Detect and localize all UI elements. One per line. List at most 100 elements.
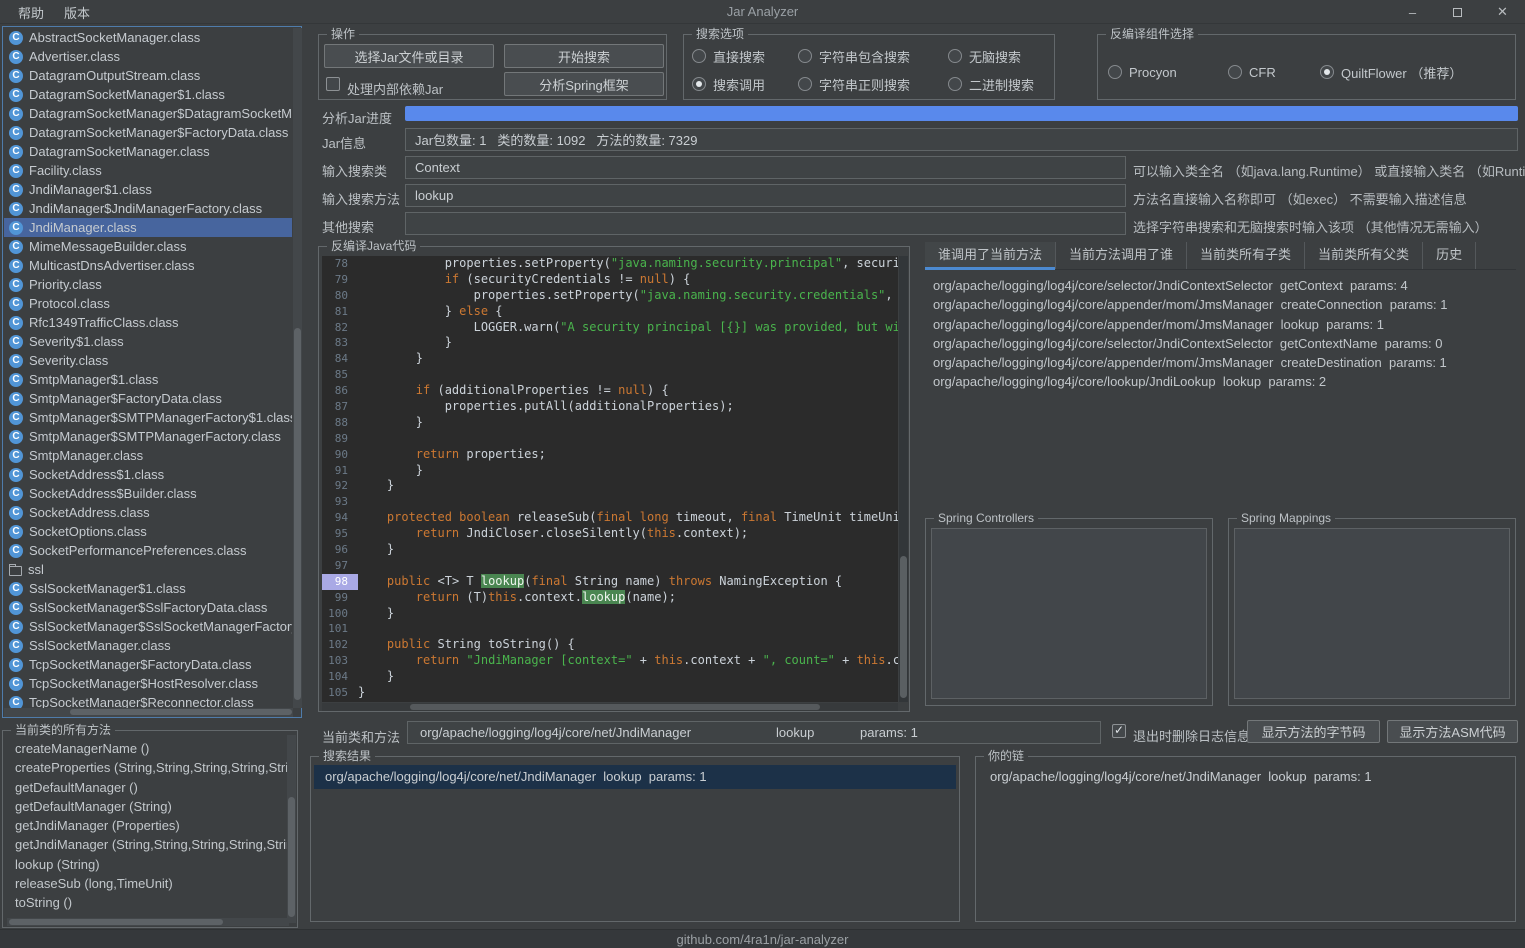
file-list-vscroll-handle[interactable]	[294, 328, 301, 700]
search-method-input[interactable]: lookup	[405, 184, 1126, 207]
method-caller-item[interactable]: org/apache/logging/log4j/core/appender/m…	[925, 295, 1516, 314]
delete-log-checkbox[interactable]	[1112, 723, 1126, 738]
close-button[interactable]: ✕	[1480, 0, 1525, 24]
method-caller-item[interactable]: org/apache/logging/log4j/core/selector/J…	[925, 276, 1516, 295]
file-list-item[interactable]: C SmtpManager$FactoryData.class	[4, 389, 292, 408]
file-list-item[interactable]: C SocketAddress$1.class	[4, 465, 292, 484]
analyze-spring-button[interactable]: 分析Spring框架	[504, 72, 664, 96]
file-list-item[interactable]: C Advertiser.class	[4, 47, 292, 66]
class-method-item[interactable]: getJndiManager (Properties)	[7, 816, 287, 835]
file-list-item[interactable]: C Severity$1.class	[4, 332, 292, 351]
method-caller-item[interactable]: org/apache/logging/log4j/core/lookup/Jnd…	[925, 372, 1516, 391]
search-class-input[interactable]: Context	[405, 156, 1126, 179]
methods-hscroll-handle[interactable]	[9, 919, 223, 925]
maximize-button[interactable]	[1435, 0, 1480, 24]
menu-item-版本[interactable]: 版本	[54, 0, 100, 25]
file-list-item[interactable]: C SocketAddress$Builder.class	[4, 484, 292, 503]
other-search-input[interactable]	[405, 212, 1126, 235]
radio-option-无脑搜索[interactable]: 无脑搜索	[948, 43, 1050, 69]
radio-option-QuiltFlower （推荐）[interactable]: QuiltFlower （推荐）	[1320, 59, 1511, 85]
minimize-button[interactable]: –	[1390, 0, 1435, 24]
show-bytecode-button[interactable]: 显示方法的字节码	[1247, 720, 1380, 743]
code-vscroll-handle[interactable]	[900, 556, 907, 698]
file-list-item[interactable]: C MulticastDnsAdvertiser.class	[4, 256, 292, 275]
method-caller-item[interactable]: org/apache/logging/log4j/core/selector/J…	[925, 334, 1516, 353]
tab-当前方法调用了谁[interactable]: 当前方法调用了谁	[1056, 242, 1188, 269]
search-result-item[interactable]: org/apache/logging/log4j/core/net/JndiMa…	[314, 765, 956, 789]
radio-option-字符串包含搜索[interactable]: 字符串包含搜索	[798, 43, 948, 69]
methods-vscroll-handle[interactable]	[288, 797, 295, 917]
method-caller-item[interactable]: org/apache/logging/log4j/core/appender/m…	[925, 353, 1516, 372]
file-list-item[interactable]: C DatagramSocketManager$FactoryData.class	[4, 123, 292, 142]
file-list-item[interactable]: C TcpSocketManager$Reconnector.class	[4, 693, 292, 708]
code-token: }	[358, 685, 366, 700]
tab-历史[interactable]: 历史	[1423, 242, 1477, 269]
file-list-item[interactable]: C AbstractSocketManager.class	[4, 28, 292, 47]
show-asm-button[interactable]: 显示方法ASM代码	[1387, 720, 1518, 743]
file-list-item[interactable]: ssl	[4, 560, 292, 579]
file-list-item[interactable]: C SocketPerformancePreferences.class	[4, 541, 292, 560]
radio-option-字符串正则搜索[interactable]: 字符串正则搜索	[798, 71, 948, 97]
code-token: return	[415, 446, 460, 461]
class-method-item[interactable]: lookup (String)	[7, 855, 287, 874]
class-method-item[interactable]: getDefaultManager (String)	[7, 797, 287, 816]
file-list-item[interactable]: C Severity.class	[4, 351, 292, 370]
file-list-item[interactable]: C DatagramSocketManager.class	[4, 142, 292, 161]
spring-controllers-list[interactable]	[931, 528, 1207, 699]
class-file-list[interactable]: C AbstractSocketManager.class C Advertiser.…	[2, 26, 302, 718]
file-list-item[interactable]: C MimeMessageBuilder.class	[4, 237, 292, 256]
file-list-item[interactable]: C Facility.class	[4, 161, 292, 180]
file-list-item[interactable]: C SmtpManager.class	[4, 446, 292, 465]
radio-option-二进制搜索[interactable]: 二进制搜索	[948, 71, 1050, 97]
radio-icon	[1108, 65, 1122, 79]
class-method-item[interactable]: getDefaultManager ()	[7, 778, 287, 797]
inner-jar-checkbox[interactable]	[326, 77, 340, 91]
file-list-item[interactable]: C SslSocketManager$SslFactoryData.class	[4, 598, 292, 617]
code-line: 98 public <T> T lookup(final String name…	[322, 573, 898, 590]
file-list-item[interactable]: C DatagramSocketManager$DatagramSocketMan…	[4, 104, 292, 123]
file-list-item[interactable]: C SmtpManager$1.class	[4, 370, 292, 389]
radio-option-直接搜索[interactable]: 直接搜索	[692, 43, 798, 69]
file-list-item[interactable]: C DatagramOutputStream.class	[4, 66, 292, 85]
file-list-item[interactable]: C SocketAddress.class	[4, 503, 292, 522]
class-icon: C	[9, 467, 23, 482]
class-method-item[interactable]: createManagerName ()	[7, 739, 287, 758]
menu-item-帮助[interactable]: 帮助	[8, 0, 54, 25]
spring-mappings-list[interactable]	[1234, 528, 1510, 699]
file-list-item[interactable]: C JndiManager$JndiManagerFactory.class	[4, 199, 292, 218]
radio-option-CFR[interactable]: CFR	[1228, 59, 1320, 85]
code-editor[interactable]: 78 properties.setProperty("java.naming.s…	[322, 256, 898, 702]
file-list-item[interactable]: C SslSocketManager$1.class	[4, 579, 292, 598]
file-list-item[interactable]: C SmtpManager$SMTPManagerFactory$1.class	[4, 408, 292, 427]
file-list-item[interactable]: C SocketOptions.class	[4, 522, 292, 541]
method-caller-item[interactable]: org/apache/logging/log4j/core/appender/m…	[925, 315, 1516, 334]
file-list-item[interactable]: C Priority.class	[4, 275, 292, 294]
file-list-item[interactable]: C SslSocketManager$SslSocketManagerFactor…	[4, 617, 292, 636]
chain-item[interactable]: org/apache/logging/log4j/core/net/JndiMa…	[979, 765, 1512, 789]
file-list-item[interactable]: C SslSocketManager.class	[4, 636, 292, 655]
code-hscroll-handle[interactable]	[410, 704, 820, 710]
file-list-hscroll-handle[interactable]	[70, 709, 292, 715]
file-list-item[interactable]: C Rfc1349TrafficClass.class	[4, 313, 292, 332]
code-token: if	[415, 383, 431, 398]
file-list-item[interactable]: C JndiManager$1.class	[4, 180, 292, 199]
tab-当前类所有子类[interactable]: 当前类所有子类	[1187, 242, 1306, 269]
file-list-item[interactable]: C TcpSocketManager$HostResolver.class	[4, 674, 292, 693]
radio-option-Procyon[interactable]: Procyon	[1108, 59, 1228, 85]
tab-当前类所有父类[interactable]: 当前类所有父类	[1305, 242, 1424, 269]
tab-谁调用了当前方法[interactable]: 谁调用了当前方法	[925, 242, 1057, 270]
class-method-item[interactable]: toString ()	[7, 893, 287, 912]
code-line: 81 } else {	[322, 304, 898, 320]
class-method-item[interactable]: releaseSub (long,TimeUnit)	[7, 874, 287, 893]
file-list-item[interactable]: C DatagramSocketManager$1.class	[4, 85, 292, 104]
radio-option-搜索调用[interactable]: 搜索调用	[692, 71, 798, 97]
file-list-item[interactable]: C JndiManager.class	[4, 218, 292, 237]
file-list-item[interactable]: C SmtpManager$SMTPManagerFactory.class	[4, 427, 292, 446]
select-jar-button[interactable]: 选择Jar文件或目录	[324, 44, 494, 68]
file-list-item[interactable]: C Protocol.class	[4, 294, 292, 313]
class-method-item[interactable]: getJndiManager (String,String,String,Str…	[7, 835, 287, 854]
file-list-item[interactable]: C TcpSocketManager$FactoryData.class	[4, 655, 292, 674]
start-search-button[interactable]: 开始搜索	[504, 44, 664, 68]
class-method-item[interactable]: createProperties (String,String,String,S…	[7, 758, 287, 777]
